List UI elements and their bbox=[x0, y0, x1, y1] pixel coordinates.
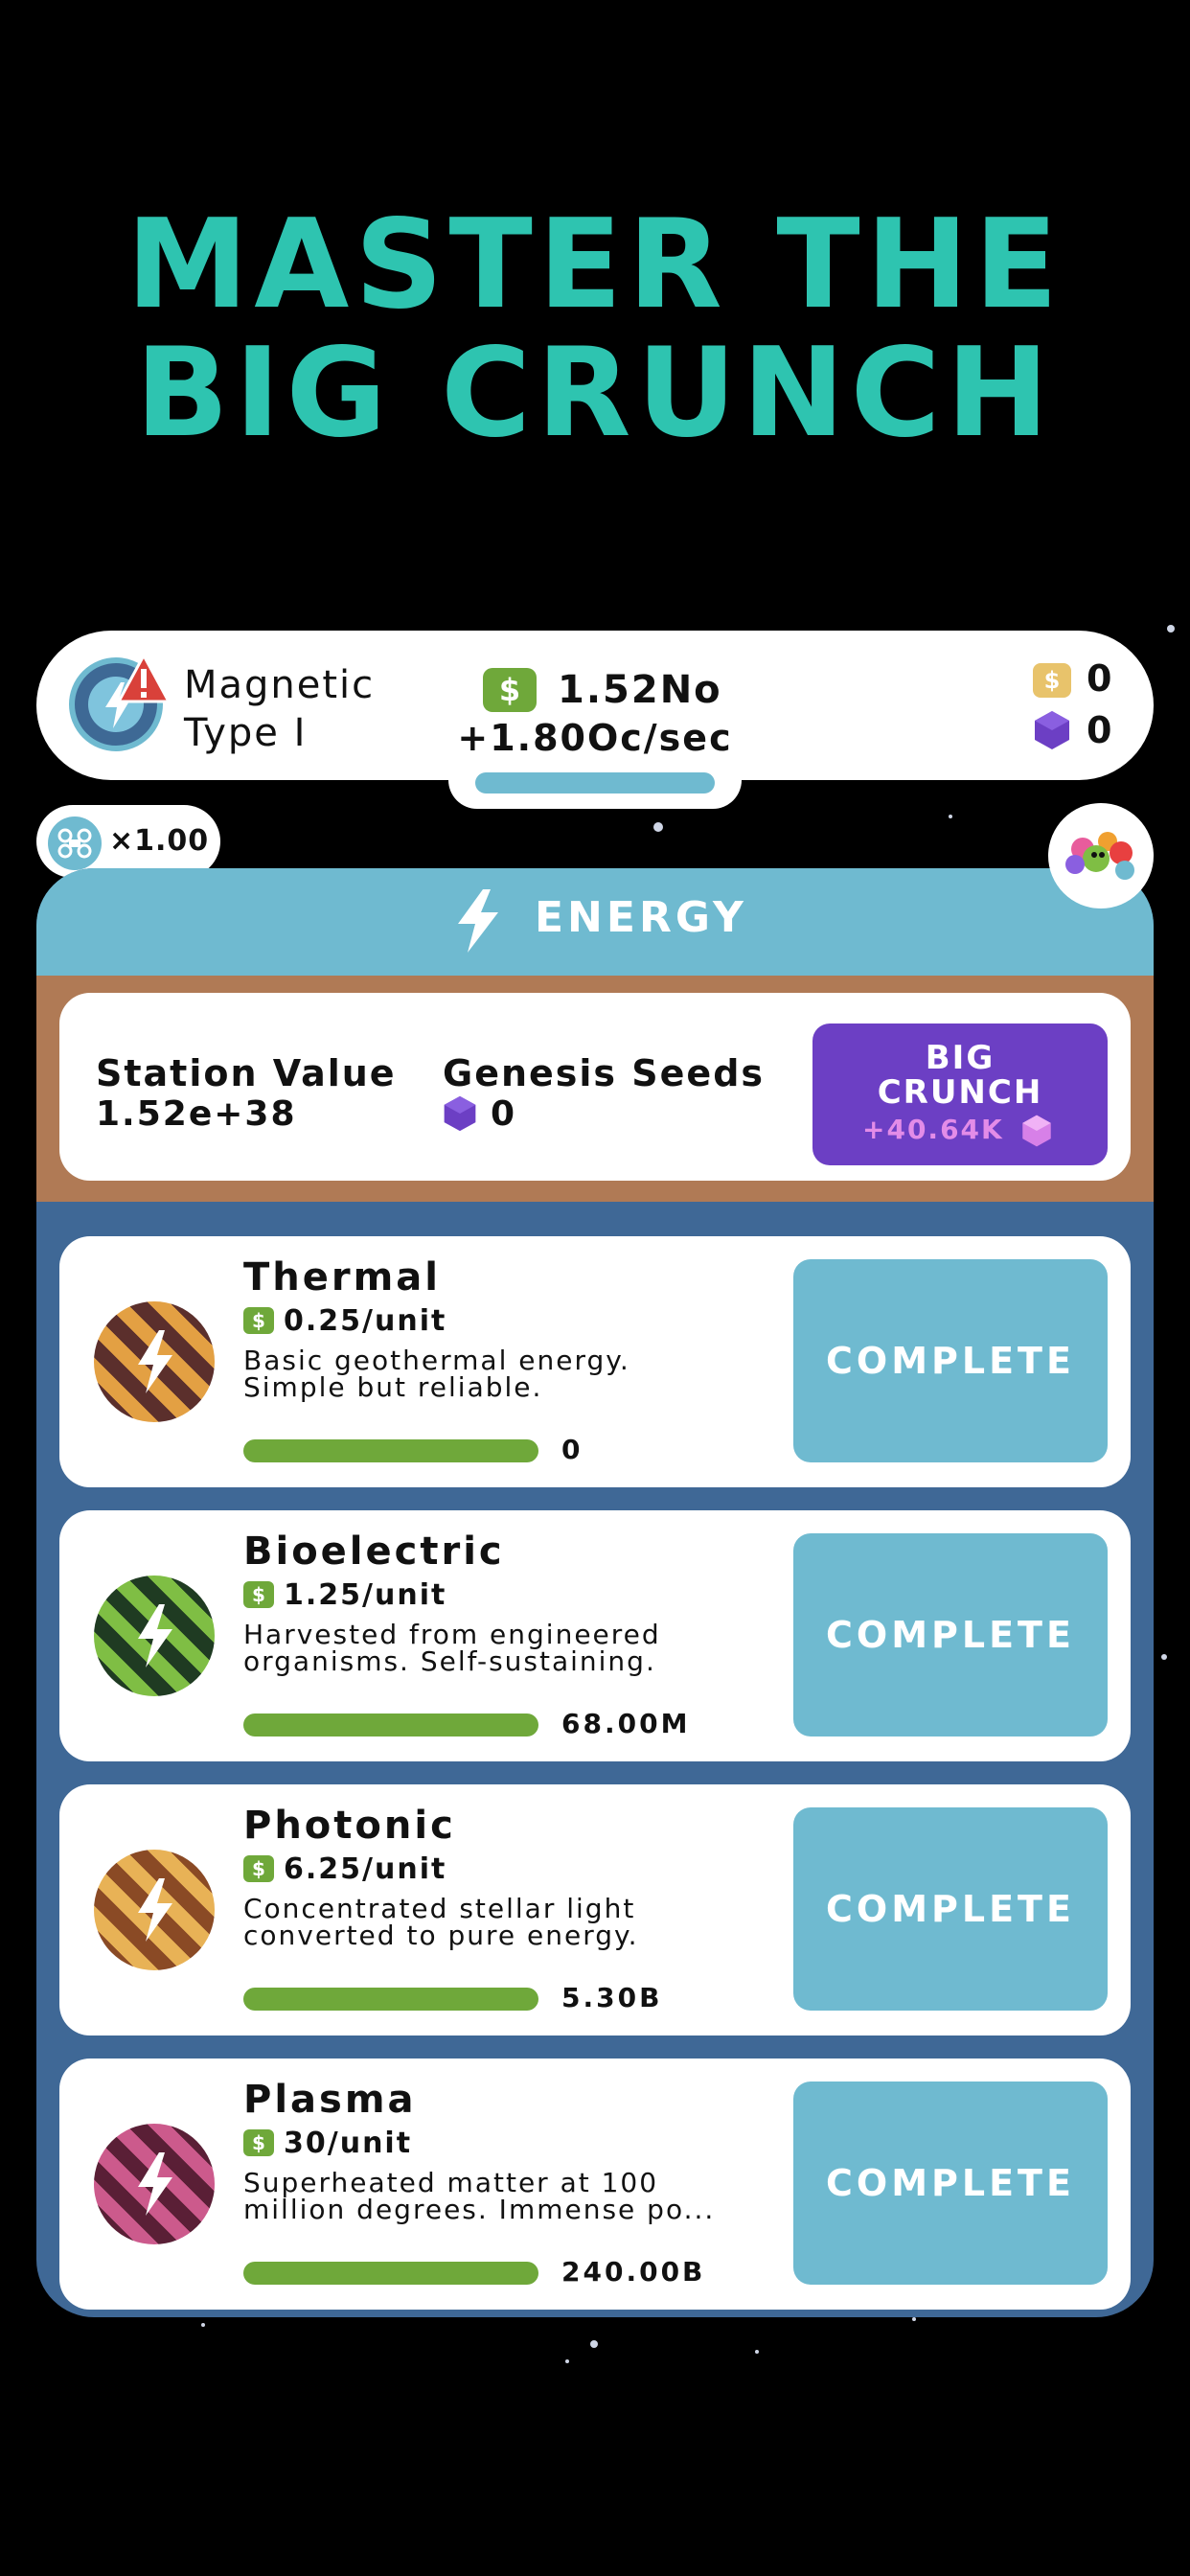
cash-icon: $ bbox=[243, 1855, 274, 1882]
generator-rate: $ 30/unit bbox=[243, 2126, 413, 2160]
multiplier-value: ×1.00 bbox=[109, 824, 210, 858]
generator-count: 5.30B bbox=[561, 1982, 663, 2013]
star bbox=[1167, 625, 1175, 632]
income-progress-bar bbox=[475, 772, 715, 794]
cash-icon: $ bbox=[243, 2129, 274, 2156]
generator-progress-bar bbox=[243, 2262, 538, 2285]
generator-count: 0 bbox=[561, 1434, 584, 1465]
complete-button[interactable]: COMPLETE bbox=[793, 1533, 1108, 1736]
description-line-1: Basic geothermal energy. bbox=[243, 1345, 630, 1376]
star bbox=[201, 2323, 205, 2327]
cash-value: 1.52No bbox=[558, 668, 722, 712]
drone-icon bbox=[48, 816, 102, 870]
gem-icon bbox=[1035, 711, 1069, 749]
generator-progress-bar bbox=[243, 1988, 538, 2011]
star bbox=[1161, 1654, 1167, 1660]
alien-avatar-icon[interactable] bbox=[1048, 803, 1154, 908]
gem-icon bbox=[444, 1095, 476, 1132]
gold-count: 0 bbox=[1087, 657, 1112, 700]
generator-card-thermal: Thermal $ 0.25/unit Basic geothermal ene… bbox=[59, 1236, 1131, 1487]
star bbox=[949, 815, 952, 818]
description-line-2: organisms. Self-sustaining. bbox=[243, 1645, 656, 1677]
station-value: 1.52e+38 bbox=[96, 1094, 297, 1134]
generator-count: 240.00B bbox=[561, 2256, 706, 2288]
star bbox=[653, 822, 663, 832]
photonic-generator-icon bbox=[94, 1850, 215, 1970]
description-line-1: Superheated matter at 100 bbox=[243, 2167, 659, 2198]
gold-coin-icon: $ bbox=[1033, 663, 1071, 698]
genesis-seeds-label: Genesis Seeds bbox=[443, 1052, 766, 1094]
complete-button[interactable]: COMPLETE bbox=[793, 2082, 1108, 2285]
generator-rate: $ 6.25/unit bbox=[243, 1852, 447, 1886]
big-crunch-label-2: CRUNCH bbox=[877, 1073, 1043, 1112]
generator-progress-bar bbox=[243, 1439, 538, 1462]
plasma-generator-icon bbox=[94, 2124, 215, 2244]
generator-card-plasma: Plasma $ 30/unit Superheated matter at 1… bbox=[59, 2058, 1131, 2310]
generator-card-photonic: Photonic $ 6.25/unit Concentrated stella… bbox=[59, 1784, 1131, 2036]
generator-name: Thermal bbox=[243, 1255, 441, 1300]
generator-rate-value: 0.25/unit bbox=[284, 1303, 447, 1338]
station-value-label: Station Value bbox=[96, 1052, 397, 1094]
gem-icon bbox=[1022, 1115, 1051, 1147]
star bbox=[590, 2340, 598, 2348]
generator-rate-value: 1.25/unit bbox=[284, 1577, 447, 1612]
promo-headline: MASTER THE BIG CRUNCH bbox=[0, 201, 1190, 458]
type-name-line-1: Magnetic bbox=[184, 663, 376, 707]
generator-description: Superheated matter at 100 million degree… bbox=[243, 2170, 742, 2223]
generator-name: Bioelectric bbox=[243, 1530, 505, 1574]
headline-line-2: BIG CRUNCH bbox=[135, 322, 1055, 465]
generator-description: Harvested from engineered organisms. Sel… bbox=[243, 1622, 742, 1675]
generator-rate: $ 0.25/unit bbox=[243, 1303, 447, 1338]
cash-icon: $ bbox=[243, 1581, 274, 1608]
big-crunch-reward: +40.64K bbox=[862, 1114, 1004, 1145]
thermal-generator-icon bbox=[94, 1301, 215, 1422]
energy-panel: ENERGY Station Value 1.52e+38 Genesis Se… bbox=[36, 868, 1154, 2317]
panel-title: ENERGY bbox=[535, 893, 747, 942]
star bbox=[912, 2317, 916, 2321]
generator-rate-value: 6.25/unit bbox=[284, 1852, 447, 1886]
cash-display: $ 1.52No bbox=[483, 663, 722, 717]
complete-button[interactable]: COMPLETE bbox=[793, 1807, 1108, 2011]
big-crunch-label-1: BIG bbox=[925, 1039, 995, 1077]
warning-icon[interactable] bbox=[117, 654, 171, 703]
generator-card-bioelectric: Bioelectric $ 1.25/unit Harvested from e… bbox=[59, 1510, 1131, 1761]
description-line-1: Concentrated stellar light bbox=[243, 1893, 636, 1924]
generator-count: 68.00M bbox=[561, 1708, 691, 1739]
cash-icon: $ bbox=[483, 668, 537, 712]
description-line-2: million degrees. Immense po... bbox=[243, 2194, 716, 2225]
description-line-1: Harvested from engineered bbox=[243, 1619, 661, 1650]
generator-description: Basic geothermal energy. Simple but reli… bbox=[243, 1347, 742, 1401]
description-line-2: converted to pure energy. bbox=[243, 1920, 639, 1951]
star bbox=[565, 2359, 569, 2363]
generator-name: Plasma bbox=[243, 2078, 417, 2122]
headline-line-1: MASTER THE bbox=[126, 194, 1064, 336]
income-rate: +1.80Oc/sec bbox=[457, 717, 733, 759]
generator-name: Photonic bbox=[243, 1804, 456, 1848]
generator-description: Concentrated stellar light converted to … bbox=[243, 1896, 742, 1949]
generator-progress-bar bbox=[243, 1714, 538, 1736]
generator-rate: $ 1.25/unit bbox=[243, 1577, 447, 1612]
genesis-seeds-count: 0 bbox=[491, 1094, 517, 1134]
lightning-bolt-icon bbox=[458, 889, 498, 953]
gem-count: 0 bbox=[1087, 709, 1112, 751]
description-line-2: Simple but reliable. bbox=[243, 1371, 543, 1403]
complete-button[interactable]: COMPLETE bbox=[793, 1259, 1108, 1462]
generator-rate-value: 30/unit bbox=[284, 2126, 413, 2160]
bioelectric-generator-icon bbox=[94, 1576, 215, 1696]
cash-icon: $ bbox=[243, 1307, 274, 1334]
big-crunch-button[interactable]: BIG CRUNCH +40.64K bbox=[812, 1024, 1108, 1165]
star bbox=[755, 2350, 759, 2354]
